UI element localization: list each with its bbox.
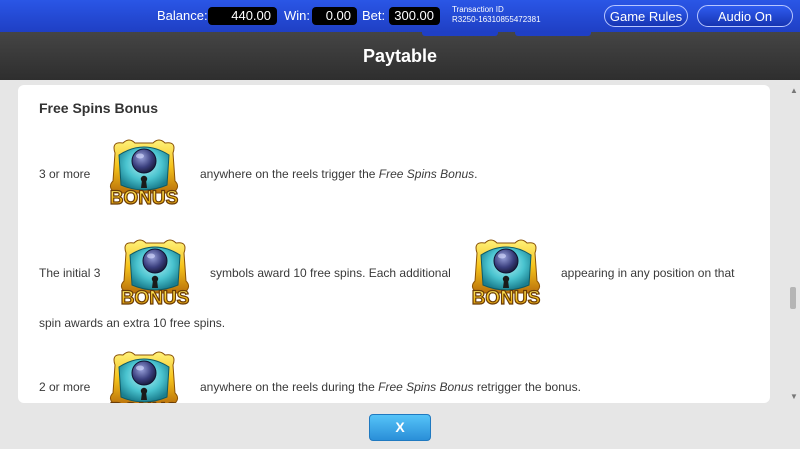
header-tab-decoration (515, 32, 591, 36)
bet-value: 300.00 (389, 7, 440, 25)
bonus-symbol-icon (109, 351, 179, 403)
scroll-up-icon[interactable]: ▲ (790, 86, 798, 95)
bonus-symbol-icon (109, 139, 179, 210)
balance-label: Balance: (157, 8, 208, 23)
paytable-content[interactable]: Free Spins Bonus 3 or more anywhere on t… (18, 85, 770, 403)
page-title: Paytable (362, 46, 438, 66)
header-tab-decoration (422, 32, 498, 36)
win-label: Win: (284, 8, 310, 23)
scrollbar[interactable] (786, 82, 800, 404)
bonus-symbol-icon (120, 239, 190, 310)
paytable-header: Paytable (0, 32, 800, 80)
transaction-id-label: Transaction ID (452, 5, 504, 14)
row3-description: anywhere on the reels during the Free Sp… (200, 380, 581, 394)
balance-value: 440.00 (208, 7, 277, 25)
close-button[interactable]: X (369, 414, 431, 441)
bet-label: Bet: (362, 8, 386, 23)
status-bar: Balance: 440.00 Win: 0.00 Bet: 300.00 Tr… (0, 0, 800, 32)
row2-line2: spin awards an extra 10 free spins. (39, 316, 226, 330)
transaction-id-value: R3250-16310855472381 (452, 15, 541, 24)
audio-toggle-button[interactable]: Audio On (697, 5, 793, 27)
row2-middle: symbols award 10 free spins. Each additi… (210, 266, 451, 280)
scroll-down-icon[interactable]: ▼ (790, 392, 798, 401)
row2-prefix: The initial 3 (39, 266, 101, 280)
scrollbar-thumb[interactable] (790, 287, 796, 309)
row3-prefix: 2 or more (39, 380, 91, 394)
row1-description: anywhere on the reels trigger the Free S… (200, 167, 478, 181)
bonus-symbol-icon (471, 239, 541, 310)
win-value: 0.00 (312, 7, 357, 25)
section-title: Free Spins Bonus (39, 100, 159, 116)
row2-suffix: appearing in any position on that (561, 266, 735, 280)
row1-prefix: 3 or more (39, 167, 91, 181)
game-rules-button[interactable]: Game Rules (604, 5, 688, 27)
